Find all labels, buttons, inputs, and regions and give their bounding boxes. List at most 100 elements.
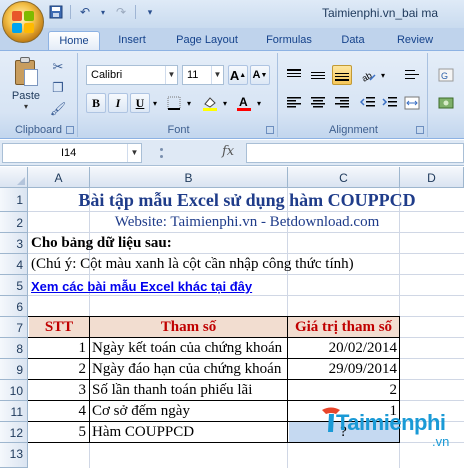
chevron-down-icon[interactable]: ▾ [378,65,388,85]
increase-indent-icon[interactable] [380,93,400,113]
tab-review[interactable]: Review [386,31,444,50]
more-examples-link[interactable]: Xem các bài mẫu Excel khác tại đây [31,279,252,294]
row-header[interactable]: 2 [0,212,28,233]
table-cell-param: Ngày đáo hạn của chứng khoán [92,361,282,377]
sheet-note: (Chú ý: Cột màu xanh là cột cần nhập côn… [31,256,354,272]
chevron-down-icon[interactable]: ▾ [220,93,230,113]
redo-icon[interactable]: ↷ [113,4,129,20]
title-bar: ↶ ▾ ↷ ▾ Taimienphi.vn_bai ma [0,0,464,43]
italic-button[interactable]: I [108,93,128,113]
alignment-launcher-icon[interactable] [416,126,424,134]
column-header-b[interactable]: B [90,167,288,188]
wrap-text-icon[interactable] [402,65,422,85]
chevron-down-icon[interactable]: ▾ [184,93,194,113]
chevron-down-icon[interactable]: ▾ [254,93,264,113]
office-button[interactable] [2,1,44,43]
table-cell-value: 20/02/2014 [328,340,397,356]
row-header[interactable]: 7 [0,317,28,338]
table-cell-stt: 4 [78,403,87,419]
cut-icon[interactable]: ✂ [50,59,66,75]
row-header[interactable]: 1 [0,188,28,212]
paste-button[interactable]: Paste ▾ [6,57,46,113]
formula-bar: I14 ▼ fx [0,140,464,166]
table-cell-param: Số lần thanh toán phiếu lãi [92,382,253,398]
row-header[interactable]: 5 [0,275,28,296]
row-header[interactable]: 3 [0,233,28,254]
currency-icon[interactable] [436,93,456,113]
font-size-value: 11 [187,69,199,81]
tab-page-layout[interactable]: Page Layout [168,31,246,50]
customize-qat-icon[interactable]: ▾ [142,4,158,20]
align-center-icon[interactable] [308,93,328,113]
table-cell-param: Hàm COUPPCD [92,424,195,440]
undo-icon[interactable]: ↶ [77,4,93,20]
select-all-button[interactable] [0,167,28,188]
table-header-stt: STT [44,319,74,335]
formula-input[interactable] [246,143,464,163]
orientation-icon[interactable]: ab [358,65,378,85]
font-launcher-icon[interactable] [266,126,274,134]
sheet-intro: Cho bảng dữ liệu sau: [31,235,172,251]
office-logo-icon [12,11,34,33]
table-cell-value: 29/09/2014 [328,361,397,377]
formula-bar-grip-icon[interactable] [160,148,164,158]
column-header-d[interactable]: D [400,167,464,188]
undo-dropdown-icon[interactable]: ▾ [99,4,107,20]
clipboard-group: Paste ▾ ✂ ❐ 🖌 Clipboard [0,53,78,137]
ribbon-tabs: Home Insert Page Layout Formulas Data Re… [0,28,464,50]
font-group-label: Font [167,124,190,136]
row-header[interactable]: 12 [0,422,28,443]
merge-center-icon[interactable] [402,93,422,113]
copy-icon[interactable]: ❐ [50,80,66,96]
table-cell-stt: 5 [78,424,87,440]
ribbon: Paste ▾ ✂ ❐ 🖌 Clipboard Calibri ▼ 11 ▼ A… [0,50,464,139]
table-header-value: Giá trị tham số [294,319,393,335]
row-header[interactable]: 11 [0,401,28,422]
insert-function-button[interactable]: fx [222,144,234,159]
align-right-icon[interactable] [332,93,352,113]
name-box-value: I14 [61,147,77,159]
row-header[interactable]: 13 [0,443,28,468]
bold-button[interactable]: B [86,93,106,113]
row-header[interactable]: 10 [0,380,28,401]
chevron-down-icon: ▼ [211,66,223,84]
svg-text:G: G [441,71,448,81]
format-painter-icon[interactable]: 🖌 [50,101,67,117]
borders-icon[interactable] [164,93,184,113]
tab-formulas[interactable]: Formulas [258,31,320,50]
tab-insert[interactable]: Insert [106,31,158,50]
table-cell-param: Ngày kết toán của chứng khoán [92,340,283,356]
tab-data[interactable]: Data [332,31,374,50]
decrease-indent-icon[interactable] [358,93,378,113]
chevron-down-icon[interactable]: ▾ [150,93,160,113]
align-bottom-icon[interactable] [332,65,352,85]
clipboard-launcher-icon[interactable] [66,126,74,134]
font-group: Calibri ▼ 11 ▼ A ▲ A ▼ B I U ▾ ▾ ▾ A ▾ Fon… [80,53,278,137]
align-left-icon[interactable] [284,93,304,113]
align-top-icon[interactable] [284,65,304,85]
quick-access-toolbar: ↶ ▾ ↷ ▾ [48,4,158,20]
font-name-select[interactable]: Calibri ▼ [86,65,178,85]
shrink-font-button[interactable]: A ▼ [250,65,270,85]
column-header-a[interactable]: A [28,167,90,188]
row-header[interactable]: 8 [0,338,28,359]
taimienphi-watermark: Taimienphi .vn [316,404,464,466]
underline-button[interactable]: U [130,93,150,113]
row-header[interactable]: 6 [0,296,28,317]
column-header-c[interactable]: C [288,167,400,188]
fill-color-icon[interactable] [200,93,220,113]
table-cell-value: 2 [389,382,398,398]
font-size-select[interactable]: 11 ▼ [182,65,224,85]
tab-home[interactable]: Home [48,31,100,50]
font-name-value: Calibri [91,69,123,81]
row-header[interactable]: 9 [0,359,28,380]
row-header[interactable]: 4 [0,254,28,275]
grow-font-button[interactable]: A ▲ [228,65,248,85]
chevron-down-icon: ▼ [165,66,177,84]
font-color-icon[interactable]: A [234,93,254,113]
number-format-icon[interactable]: G [436,65,456,85]
align-middle-icon[interactable] [308,65,328,85]
name-box[interactable]: I14 ▼ [2,143,142,163]
save-icon[interactable] [48,4,64,20]
table-cell-stt: 1 [78,340,87,356]
